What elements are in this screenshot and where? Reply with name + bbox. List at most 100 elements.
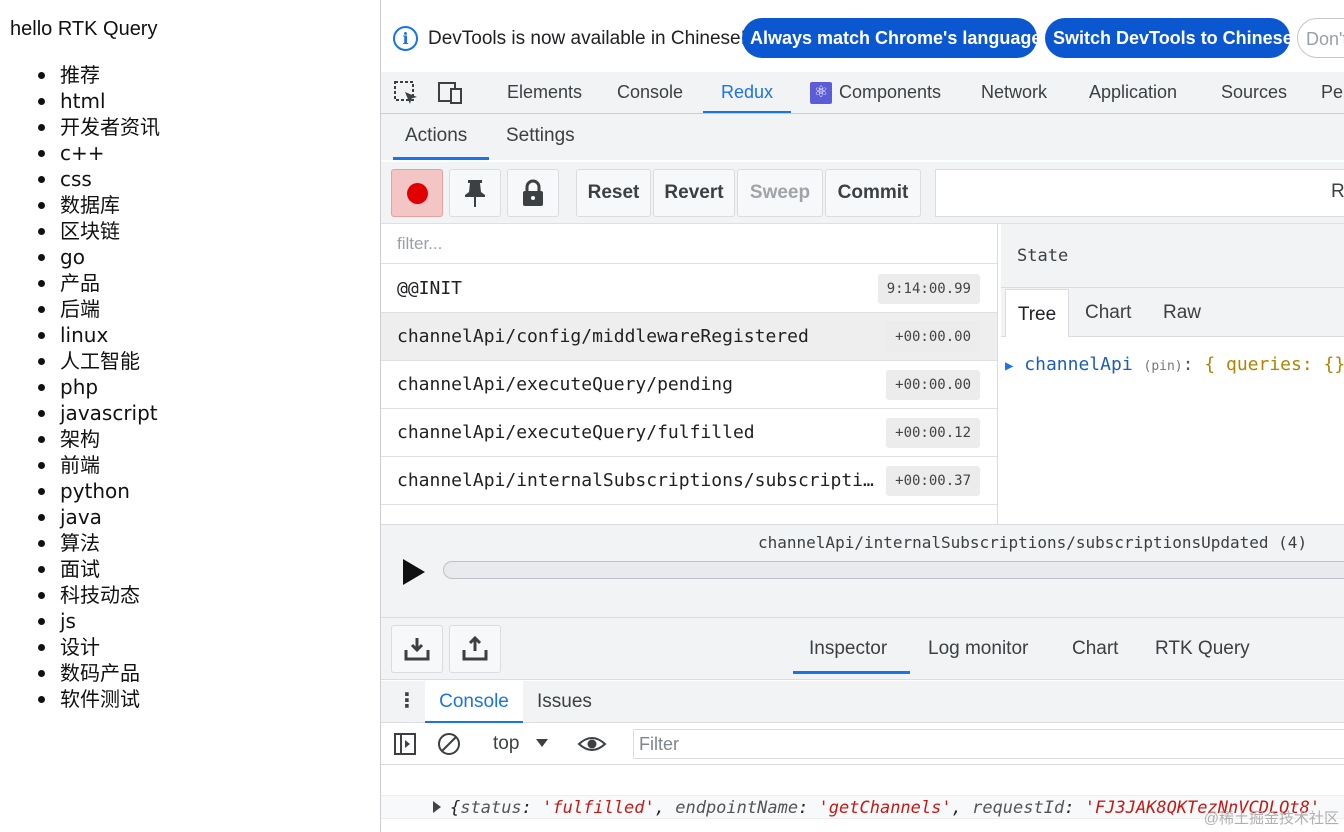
channel-list-item: java — [38, 504, 160, 530]
dont-show-again-button[interactable]: Don't — [1297, 18, 1344, 58]
toolbar-right-label: R — [1331, 181, 1344, 202]
always-match-language-button[interactable]: Always match Chrome's language — [742, 18, 1041, 58]
play-icon[interactable] — [403, 559, 425, 585]
import-button[interactable] — [391, 625, 443, 673]
channel-list-item: 后端 — [38, 296, 160, 322]
action-row[interactable]: channelApi/executeQuery/pending +00:00.0… — [381, 361, 997, 409]
channel-list-item: css — [38, 166, 160, 192]
slider-action-label: channelApi/internalSubscriptions/subscri… — [758, 533, 1308, 552]
language-infobar: i DevTools is now available in Chinese! … — [381, 0, 1344, 72]
subtab-settings[interactable]: Settings — [506, 114, 575, 160]
action-name: channelApi/executeQuery/fulfilled — [397, 422, 755, 443]
monitor-tab-inspector[interactable]: Inspector — [809, 618, 887, 676]
log-object-preview: {status: 'fulfilled', endpointName: 'get… — [450, 798, 1321, 818]
sweep-button[interactable]: Sweep — [737, 169, 823, 217]
record-button[interactable] — [391, 169, 443, 217]
action-filter-input[interactable] — [381, 224, 997, 264]
state-title: State — [1017, 246, 1069, 266]
tab-application[interactable]: Application — [1089, 72, 1177, 113]
action-name: channelApi/config/middlewareRegistered — [397, 326, 809, 347]
eye-icon[interactable] — [577, 732, 607, 756]
toolbar-right-control[interactable] — [935, 169, 1344, 217]
revert-button[interactable]: Revert — [653, 169, 735, 217]
page-title: hello RTK Query — [10, 18, 158, 40]
channel-list-item: 架构 — [38, 426, 160, 452]
console-toolbar: top — [381, 723, 1344, 765]
channel-list-item: php — [38, 374, 160, 400]
channel-list-item: 前端 — [38, 452, 160, 478]
slider-track[interactable] — [443, 561, 1344, 579]
action-row[interactable]: channelApi/config/middlewareRegistered +… — [381, 313, 997, 361]
tab-console[interactable]: Console — [617, 72, 683, 113]
inspect-element-icon[interactable] — [393, 80, 419, 106]
expand-arrow-icon[interactable] — [433, 801, 441, 813]
pin-button[interactable] — [449, 169, 501, 217]
show-sidebar-icon[interactable] — [393, 732, 417, 756]
export-button[interactable] — [449, 625, 501, 673]
tab-sources[interactable]: Sources — [1221, 72, 1287, 113]
channel-list-item: 数码产品 — [38, 660, 160, 686]
tree-pin-label[interactable]: (pin) — [1144, 359, 1183, 374]
devtools-panel: i DevTools is now available in Chinese! … — [380, 0, 1344, 832]
infobar-message: DevTools is now available in Chinese! — [428, 28, 746, 49]
expand-arrow-icon[interactable]: ▶ — [1005, 358, 1013, 374]
action-name: channelApi/executeQuery/pending — [397, 374, 733, 395]
action-name: channelApi/internalSubscriptions/subscri… — [397, 470, 882, 491]
monitor-footer: Inspector Log monitor Chart RTK Query — [381, 618, 1344, 680]
lock-button[interactable] — [507, 169, 559, 217]
action-time: +00:00.12 — [886, 418, 980, 448]
console-log-entry[interactable]: {status: 'fulfilled', endpointName: 'get… — [381, 795, 1344, 819]
action-name: @@INIT — [397, 278, 463, 299]
drawer-menu-icon[interactable]: ⋮ — [397, 690, 417, 712]
commit-button[interactable]: Commit — [825, 169, 921, 217]
action-time: 9:14:00.99 — [877, 274, 980, 304]
channel-list-item: 推荐 — [38, 62, 160, 88]
tab-elements[interactable]: Elements — [507, 72, 582, 113]
console-output: {status: 'fulfilled', endpointName: 'get… — [381, 765, 1344, 832]
monitor-tab-rtk-query[interactable]: RTK Query — [1155, 618, 1250, 676]
subtab-actions[interactable]: Actions — [405, 114, 467, 160]
state-tab-chart[interactable]: Chart — [1085, 288, 1131, 337]
active-subtab-indicator — [393, 157, 489, 160]
channel-list-item: 数据库 — [38, 192, 160, 218]
action-time: +00:00.00 — [886, 322, 980, 352]
switch-devtools-chinese-button[interactable]: Switch DevTools to Chinese — [1045, 18, 1293, 58]
time-travel-slider: channelApi/internalSubscriptions/subscri… — [381, 524, 1344, 618]
state-tab-raw[interactable]: Raw — [1163, 288, 1201, 337]
execution-context-select[interactable]: top — [493, 733, 519, 755]
info-icon: i — [393, 26, 418, 51]
export-icon — [462, 635, 488, 661]
devtools-main-tabbar: Elements Console Redux ⚛ Components Netw… — [381, 72, 1344, 114]
channel-list-item: 面试 — [38, 556, 160, 582]
chevron-down-icon[interactable] — [536, 739, 548, 747]
redux-toolbar: Reset Revert Sweep Commit R — [381, 162, 1344, 224]
tab-performance[interactable]: Per — [1321, 72, 1344, 113]
monitor-tab-chart[interactable]: Chart — [1072, 618, 1118, 676]
tab-network[interactable]: Network — [981, 72, 1047, 113]
record-icon — [407, 183, 428, 204]
action-row[interactable]: channelApi/internalSubscriptions/subscri… — [381, 457, 997, 505]
action-list-panel: @@INIT 9:14:00.99 channelApi/config/midd… — [381, 224, 998, 524]
action-row[interactable]: @@INIT 9:14:00.99 — [381, 265, 997, 313]
reset-button[interactable]: Reset — [576, 169, 651, 217]
channel-list-item: 科技动态 — [38, 582, 160, 608]
device-toolbar-icon[interactable] — [437, 80, 463, 106]
channel-list-item: 区块链 — [38, 218, 160, 244]
state-tab-tree[interactable]: Tree — [1005, 289, 1069, 337]
tab-components[interactable]: Components — [839, 72, 941, 113]
clear-console-icon[interactable] — [437, 732, 461, 756]
tab-redux[interactable]: Redux — [721, 72, 773, 113]
drawer-tabbar: ⋮ Console Issues — [381, 681, 1344, 723]
action-row[interactable]: channelApi/executeQuery/fulfilled +00:00… — [381, 409, 997, 457]
channel-list-item: 开发者资讯 — [38, 115, 160, 139]
app-page: hello RTK Query 推荐 html 开发者资讯 c++ css 数据库 区块链 g… — [0, 0, 380, 832]
drawer-tab-console[interactable]: Console — [425, 681, 523, 723]
monitor-tab-log-monitor[interactable]: Log monitor — [928, 618, 1028, 676]
console-filter-input[interactable] — [633, 729, 1344, 759]
pin-icon — [465, 180, 485, 207]
drawer-tab-issues[interactable]: Issues — [537, 681, 592, 723]
watermark: @稀土掘金技术社区 — [1203, 810, 1339, 827]
channel-list-item: 算法 — [38, 530, 160, 556]
state-tree-node[interactable]: ▶ channelApi (pin): { queries: {} — [1005, 354, 1344, 375]
channel-list-item: 人工智能 — [38, 348, 160, 374]
